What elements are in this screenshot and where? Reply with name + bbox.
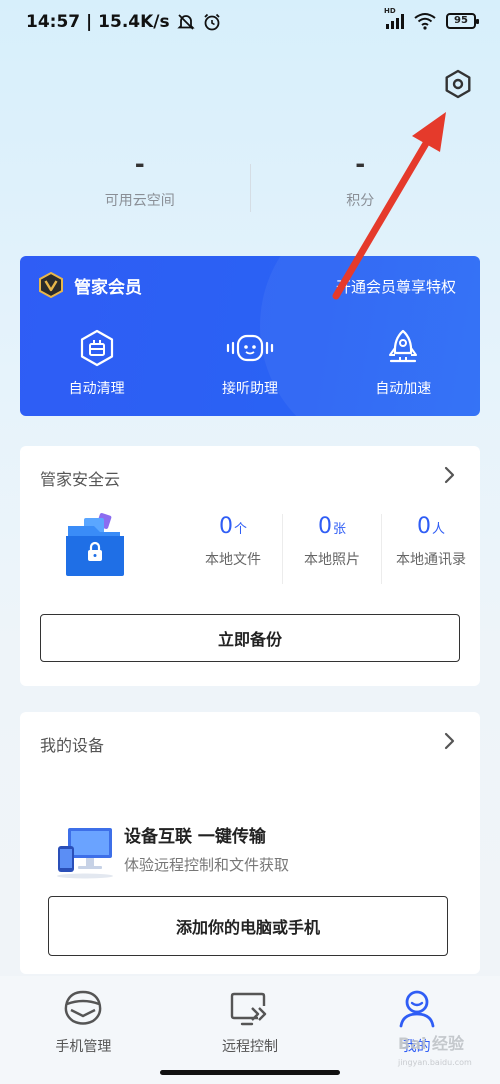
member-title: 管家会员	[74, 277, 142, 298]
cloud-stat-contacts[interactable]: 0人 本地通讯录	[381, 514, 480, 584]
status-time-speed: 14:57 | 15.4K/s	[26, 12, 170, 32]
hd-label: HD	[384, 7, 396, 15]
device-headline: 设备互联 一键传输	[124, 827, 266, 847]
nav-label: 远程控制	[222, 1039, 278, 1055]
settings-button[interactable]	[440, 66, 476, 102]
cloud-unit: 人	[431, 522, 445, 537]
rocket-icon	[389, 329, 418, 363]
battery-indicator: 95	[446, 13, 479, 29]
stat-label: 积分	[346, 193, 375, 209]
cloud-label: 本地照片	[304, 552, 360, 568]
nav-label: 手机管理	[55, 1039, 112, 1055]
cloud-stat-photos[interactable]: 0张 本地照片	[282, 514, 381, 584]
stat-label: 可用云空间	[104, 193, 175, 209]
cell-signal: HD	[384, 7, 404, 29]
cloud-unit: 个	[233, 522, 247, 537]
alarm-icon	[203, 13, 220, 31]
vip-badge-icon	[39, 272, 63, 298]
security-cloud-card: 管家安全云 0个 本地文件 0张 本地照片 0人 本地通讯录 立即备份	[20, 446, 480, 686]
member-promo-link[interactable]: 开通会员尊享特权	[336, 276, 456, 297]
account-stats: - 可用云空间 - 积分	[30, 150, 470, 220]
devices-illustration-icon	[57, 828, 113, 879]
watermark-url: jingyan.baidu.com	[398, 1058, 472, 1067]
cloud-stats: 0个 本地文件 0张 本地照片 0人 本地通讯录	[184, 514, 480, 584]
nav-item-phone-manage[interactable]: 手机管理	[0, 976, 167, 1084]
phone-manage-icon	[65, 990, 102, 1025]
robot-icon	[226, 334, 274, 362]
cloud-num: 0	[416, 514, 431, 539]
card-title: 我的设备	[40, 736, 105, 755]
cloud-label: 本地通讯录	[396, 552, 466, 568]
wifi-icon	[414, 13, 436, 30]
mute-bell-icon	[176, 14, 195, 30]
stat-points[interactable]: - 积分	[251, 150, 471, 220]
feature-auto-clean[interactable]: 自动清理	[20, 328, 173, 398]
chevron-right-icon[interactable]	[442, 464, 458, 486]
my-devices-card: 我的设备 设备互联 一键传输 体验远程控制和文件获取 添加你的电脑或手机	[20, 712, 480, 974]
stat-value: -	[134, 150, 145, 178]
feature-label: 接听助理	[221, 381, 278, 397]
add-device-button[interactable]: 添加你的电脑或手机	[48, 896, 448, 956]
home-indicator[interactable]	[160, 1070, 340, 1075]
settings-hexagon-icon	[445, 69, 471, 99]
cloud-unit: 张	[332, 522, 346, 537]
feature-label: 自动清理	[68, 381, 125, 397]
member-features: 自动清理 接听助理 自动加速	[20, 328, 480, 398]
card-title: 管家安全云	[40, 470, 121, 489]
cloud-stat-files[interactable]: 0个 本地文件	[184, 514, 282, 584]
cloud-num: 0	[218, 514, 233, 539]
stat-value: -	[355, 150, 366, 178]
stat-cloud-space[interactable]: - 可用云空间	[30, 150, 250, 220]
cloud-label: 本地文件	[205, 552, 261, 568]
nav-item-remote-control[interactable]: 远程控制	[167, 976, 334, 1084]
feature-label: 自动加速	[375, 381, 432, 397]
chevron-right-icon[interactable]	[442, 730, 458, 752]
status-bar: 14:57 | 15.4K/s HD 95	[0, 0, 500, 44]
profile-icon	[399, 990, 435, 1028]
watermark-text: Bai 经验	[398, 1034, 465, 1053]
broom-box-icon	[80, 329, 113, 367]
device-subtitle: 体验远程控制和文件获取	[124, 856, 290, 874]
remote-control-icon	[230, 992, 267, 1026]
feature-auto-boost[interactable]: 自动加速	[327, 328, 480, 398]
backup-now-button[interactable]: 立即备份	[40, 614, 460, 662]
cloud-num: 0	[317, 514, 332, 539]
secure-folder-icon	[66, 513, 124, 576]
member-card[interactable]: 管家会员 开通会员尊享特权 自动清理 接听助理 自动加速	[20, 256, 480, 416]
feature-call-assistant[interactable]: 接听助理	[173, 328, 326, 398]
signal-icon	[386, 13, 404, 29]
